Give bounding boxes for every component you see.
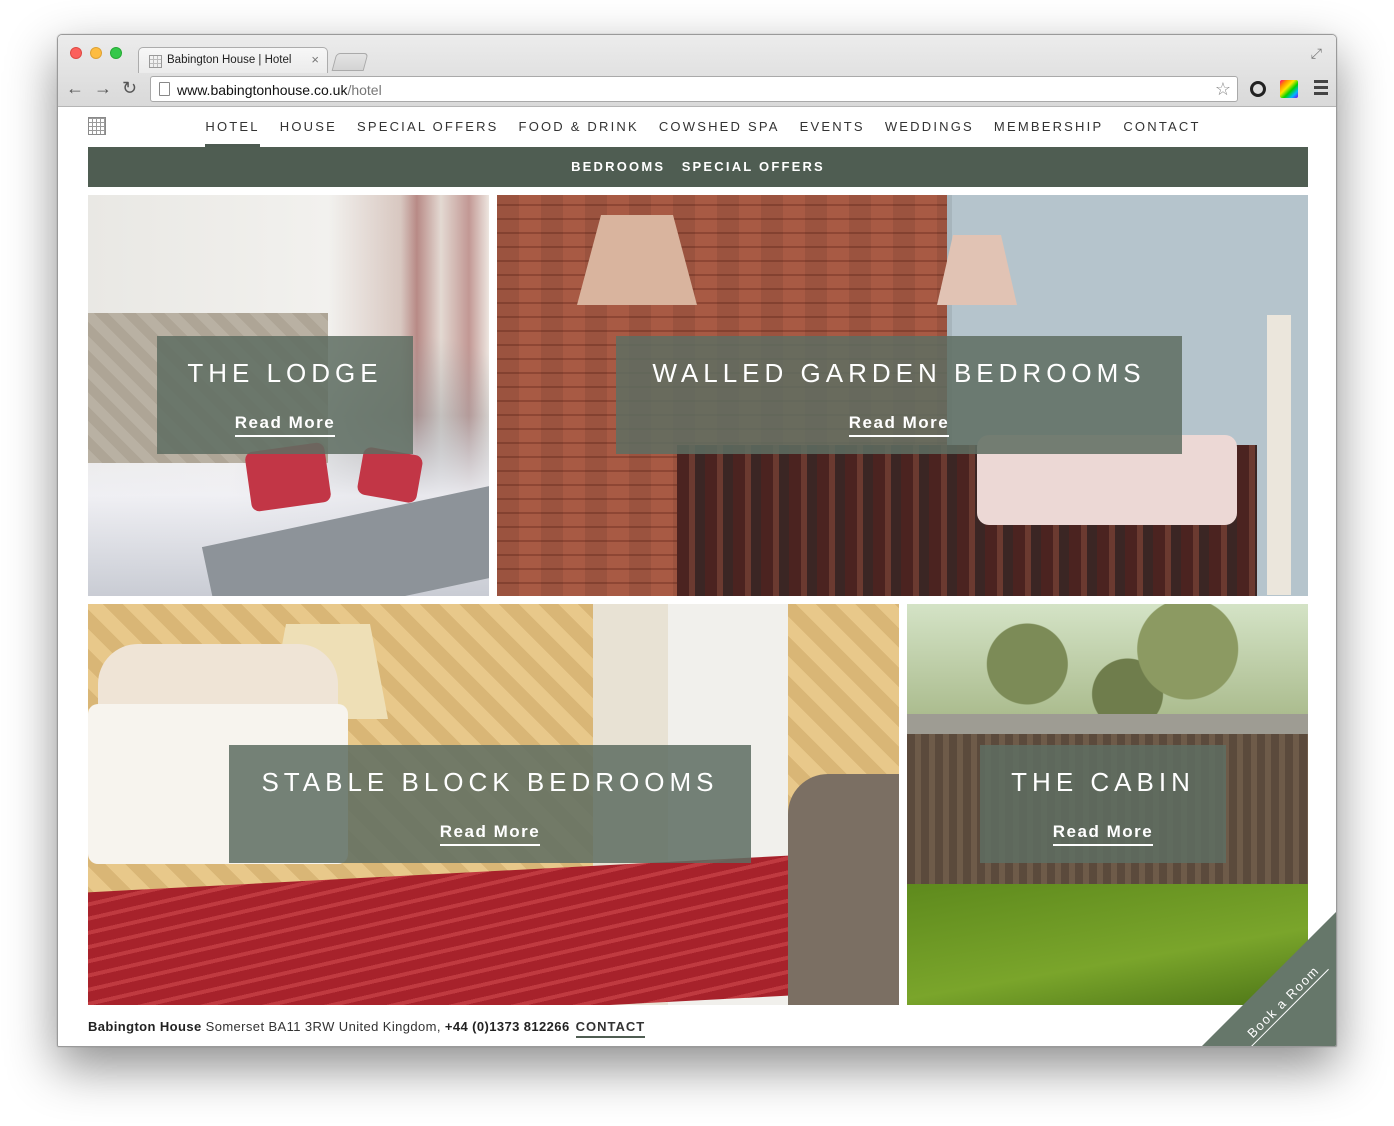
main-nav: HOTEL HOUSE SPECIAL OFFERS FOOD & DRINK …: [58, 107, 1336, 147]
close-tab-icon[interactable]: ×: [311, 52, 319, 67]
tile-the-cabin[interactable]: THE CABIN Read More: [907, 604, 1308, 1005]
tile-label: THE CABIN Read More: [980, 745, 1226, 863]
nav-item-hotel[interactable]: HOTEL: [195, 107, 269, 147]
footer-contact-link[interactable]: CONTACT: [575, 1019, 646, 1038]
nav-item-cowshed-spa[interactable]: COWSHED SPA: [649, 107, 790, 147]
browser-window: Babington House | Hotel × ⤢ ← → ↻ www.ba…: [57, 34, 1337, 1047]
tab-title: Babington House | Hotel: [167, 54, 292, 66]
fullscreen-icon[interactable]: ⤢: [1311, 45, 1322, 62]
browser-toolbar: Babington House | Hotel × ⤢ ← → ↻ www.ba…: [58, 35, 1336, 107]
footer-name: Babington House: [88, 1019, 202, 1034]
color-extension-icon[interactable]: [1280, 80, 1298, 98]
menu-icon[interactable]: [1314, 80, 1328, 98]
nav-item-contact[interactable]: CONTACT: [1113, 107, 1210, 147]
bookmark-star-icon[interactable]: ☆: [1215, 79, 1231, 100]
close-window-button[interactable]: [70, 47, 82, 59]
subnav-item-bedrooms[interactable]: BEDROOMS: [571, 159, 665, 174]
nav-item-membership[interactable]: MEMBERSHIP: [984, 107, 1113, 147]
tile-title: THE LODGE: [187, 358, 383, 388]
footer: Babington House Somerset BA11 3RW United…: [88, 1019, 646, 1038]
address-bar[interactable]: www.babingtonhouse.co.uk/hotel ☆: [150, 76, 1238, 102]
tile-stable-block-bedrooms[interactable]: STABLE BLOCK BEDROOMS Read More: [88, 604, 899, 1005]
sub-nav: BEDROOMS SPECIAL OFFERS: [88, 147, 1308, 187]
tile-label: WALLED GARDEN BEDROOMS Read More: [616, 336, 1182, 454]
url-host: www.babingtonhouse.co.uk: [177, 82, 348, 98]
tile-label: THE LODGE Read More: [157, 336, 413, 454]
read-more-link[interactable]: Read More: [848, 413, 950, 437]
subnav-item-special-offers[interactable]: SPECIAL OFFERS: [682, 159, 825, 174]
tile-title: WALLED GARDEN BEDROOMS: [652, 358, 1146, 388]
read-more-link[interactable]: Read More: [234, 413, 336, 437]
nav-item-special-offers[interactable]: SPECIAL OFFERS: [347, 107, 509, 147]
reload-icon[interactable]: ↻: [122, 79, 137, 97]
read-more-link[interactable]: Read More: [439, 822, 541, 846]
page-icon: [159, 82, 170, 96]
nav-item-house[interactable]: HOUSE: [270, 107, 347, 147]
page: HOTEL HOUSE SPECIAL OFFERS FOOD & DRINK …: [58, 107, 1336, 1046]
footer-address: Somerset BA11 3RW United Kingdom,: [201, 1019, 445, 1034]
forward-icon[interactable]: →: [94, 79, 112, 97]
tile-label: STABLE BLOCK BEDROOMS Read More: [229, 745, 751, 863]
tile-title: STABLE BLOCK BEDROOMS: [261, 767, 719, 797]
minimize-window-button[interactable]: [90, 47, 102, 59]
tile-title: THE CABIN: [1011, 767, 1195, 797]
url-text[interactable]: www.babingtonhouse.co.uk/hotel: [177, 82, 382, 98]
tile-the-lodge[interactable]: THE LODGE Read More: [88, 195, 489, 596]
nav-item-food-drink[interactable]: FOOD & DRINK: [509, 107, 649, 147]
back-icon[interactable]: ←: [66, 79, 84, 97]
tile-walled-garden-bedrooms[interactable]: WALLED GARDEN BEDROOMS Read More: [497, 195, 1308, 596]
nav-item-events[interactable]: EVENTS: [790, 107, 875, 147]
zoom-window-button[interactable]: [110, 47, 122, 59]
read-more-link[interactable]: Read More: [1052, 822, 1154, 846]
favicon-icon: [149, 55, 162, 68]
browser-tab[interactable]: Babington House | Hotel ×: [138, 47, 328, 73]
footer-phone: +44 (0)1373 812266: [444, 1019, 570, 1034]
url-path: /hotel: [347, 82, 382, 98]
nav-item-weddings[interactable]: WEDDINGS: [875, 107, 984, 147]
new-tab-button[interactable]: [331, 53, 369, 71]
extension-icon[interactable]: [1250, 81, 1266, 97]
